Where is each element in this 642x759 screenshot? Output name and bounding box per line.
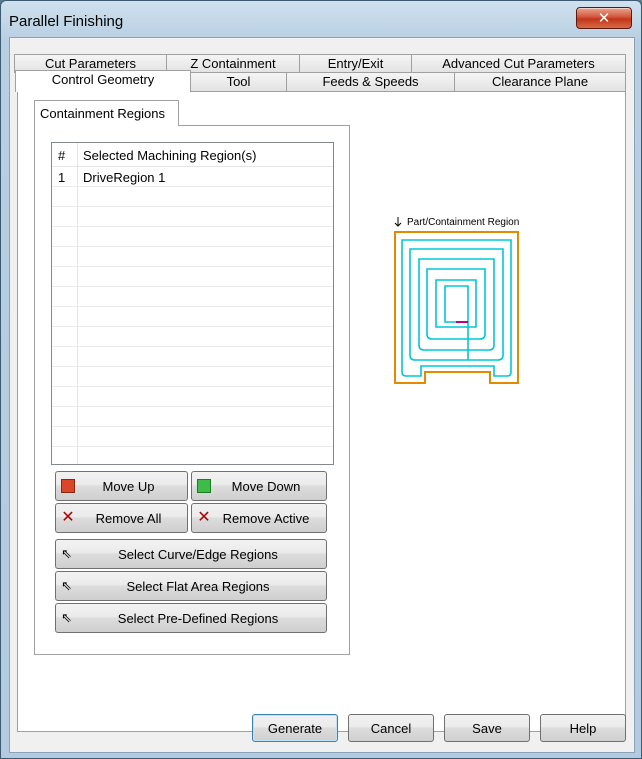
select-curve-edge-regions-button[interactable]: ⇖ Select Curve/Edge Regions — [55, 539, 327, 569]
column-header-number[interactable]: # — [52, 143, 78, 166]
empty-row — [52, 327, 333, 347]
close-icon: ✕ — [597, 10, 611, 27]
empty-row — [52, 267, 333, 287]
regions-list[interactable]: # Selected Machining Region(s) 1 DriveRe… — [51, 142, 334, 465]
empty-row — [52, 187, 333, 207]
generate-button[interactable]: Generate — [252, 714, 338, 742]
tab-control-geometry[interactable]: Control Geometry — [15, 70, 191, 92]
row-region-name: DriveRegion 1 — [83, 170, 166, 185]
cancel-button[interactable]: Cancel — [348, 714, 434, 742]
dialog-window: Parallel Finishing ✕ Cut Parameters Z Co… — [0, 0, 642, 759]
toolpath-preview — [394, 217, 519, 384]
move-up-button[interactable]: Move Up — [55, 471, 188, 501]
toolpath-rings — [401, 239, 512, 377]
empty-row — [52, 407, 333, 427]
remove-x-icon: ✕ — [61, 509, 75, 526]
tab-advanced-cut-parameters[interactable]: Advanced Cut Parameters — [411, 54, 626, 73]
tab-clearance-plane[interactable]: Clearance Plane — [454, 72, 626, 91]
window-title: Parallel Finishing — [9, 13, 124, 30]
containment-regions-title: Containment Regions — [34, 100, 179, 126]
cursor-arrow-icon: ⇖ — [61, 610, 72, 625]
list-header: # Selected Machining Region(s) — [52, 143, 333, 167]
remove-all-button[interactable]: ✕ Remove All — [55, 503, 188, 533]
select-flat-area-regions-button[interactable]: ⇖ Select Flat Area Regions — [55, 571, 327, 601]
empty-row — [52, 207, 333, 227]
empty-row — [52, 367, 333, 387]
close-button[interactable]: ✕ — [576, 7, 632, 29]
remove-x-icon: ✕ — [197, 509, 211, 526]
empty-row — [52, 247, 333, 267]
tab-tool[interactable]: Tool — [190, 72, 287, 91]
save-button[interactable]: Save — [444, 714, 530, 742]
empty-row — [52, 227, 333, 247]
region-arrow-icon — [394, 217, 402, 227]
table-row[interactable]: 1 DriveRegion 1 — [52, 167, 333, 187]
move-down-button[interactable]: Move Down — [191, 471, 327, 501]
tab-feeds-speeds[interactable]: Feeds & Speeds — [286, 72, 455, 91]
empty-row — [52, 287, 333, 307]
arrow-up-icon — [61, 479, 75, 493]
empty-row — [52, 427, 333, 447]
empty-row — [52, 387, 333, 407]
help-button[interactable]: Help — [540, 714, 626, 742]
column-header-region[interactable]: Selected Machining Region(s) — [78, 143, 333, 166]
empty-row — [52, 307, 333, 327]
remove-active-button[interactable]: ✕ Remove Active — [191, 503, 327, 533]
cursor-arrow-icon: ⇖ — [61, 578, 72, 593]
select-predefined-regions-button[interactable]: ⇖ Select Pre-Defined Regions — [55, 603, 327, 633]
empty-row — [52, 447, 333, 464]
empty-row — [52, 347, 333, 367]
arrow-down-icon — [197, 479, 211, 493]
row-number: 1 — [52, 167, 78, 186]
cursor-arrow-icon: ⇖ — [61, 546, 72, 561]
dialog-client-area: Cut Parameters Z Containment Entry/Exit … — [9, 37, 635, 753]
tab-entry-exit[interactable]: Entry/Exit — [299, 54, 412, 73]
